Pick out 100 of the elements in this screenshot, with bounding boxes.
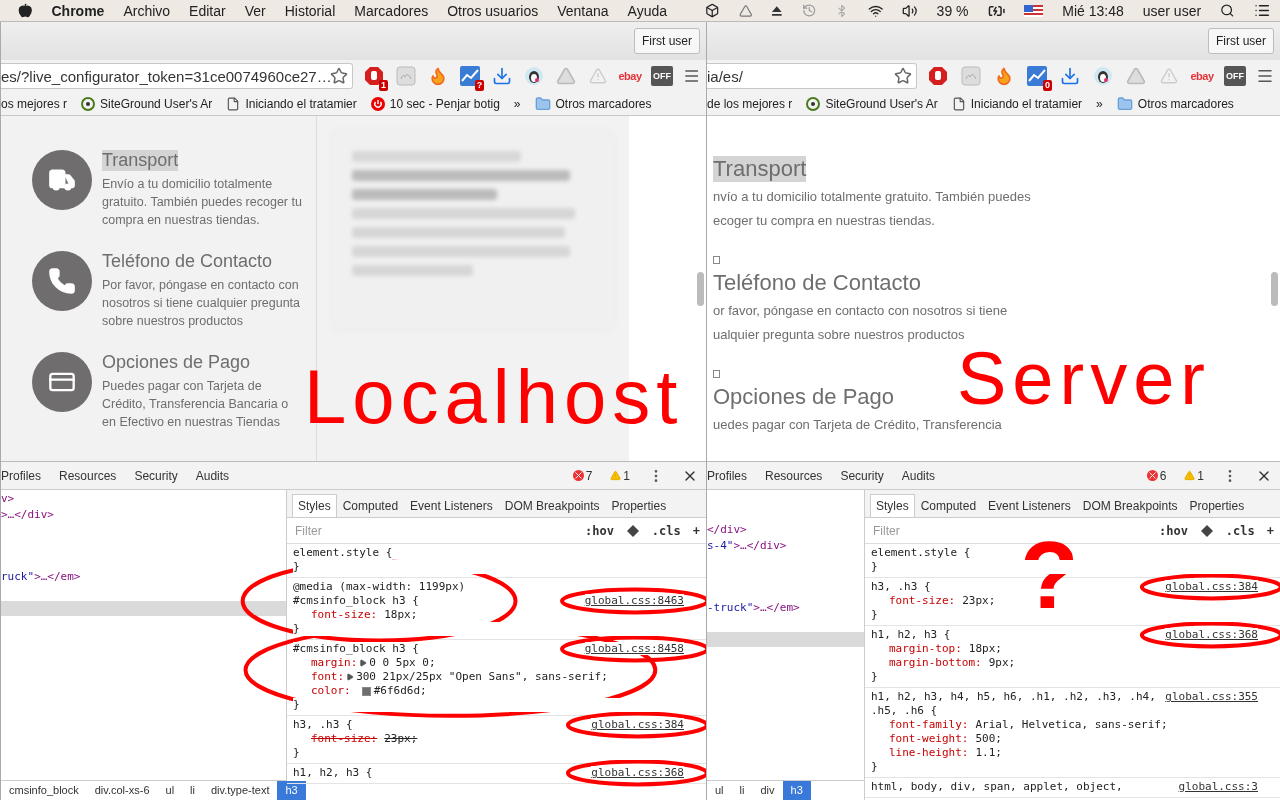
bookmark[interactable]: os mejores r <box>1 96 68 111</box>
styles-tab[interactable]: Event Listeners <box>982 494 1077 517</box>
devtools-tab[interactable]: Security <box>840 468 884 483</box>
source-link[interactable]: global.css:8458 <box>584 642 684 655</box>
styles-tab[interactable]: Computed <box>914 494 983 517</box>
menu-item[interactable]: Ventana <box>557 2 609 19</box>
devtools-tab[interactable]: Profiles <box>707 468 747 483</box>
profile-button[interactable]: First user <box>634 28 700 54</box>
user-name[interactable]: user user <box>1142 2 1202 19</box>
error-count[interactable]: 6 <box>1146 468 1167 483</box>
devtools-tab[interactable]: Resources <box>765 468 823 483</box>
expand-triangle-icon[interactable] <box>346 673 355 681</box>
devtools-tab[interactable]: Resources <box>59 468 117 483</box>
hover-state-toggle[interactable]: :hov <box>584 523 614 538</box>
source-link[interactable]: global.css:3 <box>1178 780 1258 793</box>
color-swatch[interactable] <box>361 686 371 696</box>
expand-triangle-icon[interactable] <box>359 659 368 667</box>
styles-tab[interactable]: Properties <box>1183 494 1251 517</box>
menu-item[interactable]: Archivo <box>123 2 171 19</box>
css-property[interactable]: line-height: <box>889 746 969 760</box>
css-property[interactable]: margin: <box>311 656 358 670</box>
scrollbar-thumb[interactable] <box>1270 271 1278 306</box>
styles-tab[interactable]: Styles <box>292 494 337 517</box>
css-property[interactable]: font-weight: <box>889 732 969 746</box>
triangle-icon[interactable] <box>738 3 753 18</box>
source-link[interactable]: global.css:8463 <box>584 594 684 607</box>
breadcrumb[interactable]: ul <box>707 781 732 800</box>
apple-icon[interactable] <box>18 3 33 18</box>
menu-icon[interactable] <box>1256 67 1274 85</box>
address-bar[interactable]: es/?live_configurator_token=31ce0074960ce27… <box>1 63 353 89</box>
hover-state-toggle[interactable]: :hov <box>1158 523 1188 538</box>
menu-item[interactable]: Otros usuarios <box>447 2 539 19</box>
styles-tab[interactable]: Styles <box>870 494 915 517</box>
new-rule-button[interactable]: + <box>1266 523 1274 538</box>
breadcrumb[interactable]: li <box>731 781 753 800</box>
bookmark[interactable]: Iniciando el tratamier <box>226 96 357 111</box>
search-icon[interactable] <box>1220 3 1235 18</box>
error-count[interactable]: 7 <box>572 468 593 483</box>
diamond-icon[interactable] <box>1199 523 1214 538</box>
new-rule-button[interactable]: + <box>692 523 700 538</box>
styles-tab[interactable]: DOM Breakpoints <box>1076 494 1184 517</box>
breadcrumb[interactable]: cmsinfo_block <box>1 781 87 800</box>
styles-tab[interactable]: Properties <box>605 494 673 517</box>
menu-item[interactable]: Ayuda <box>627 2 668 19</box>
menu-item[interactable]: Editar <box>189 2 226 19</box>
star-icon[interactable] <box>330 67 348 85</box>
bookmark[interactable]: SiteGround User's Ar <box>806 96 938 111</box>
profile-button[interactable]: First user <box>1208 28 1274 54</box>
css-value[interactable]: 500; <box>975 732 1002 746</box>
bookmark[interactable]: de los mejores r <box>707 96 793 111</box>
styles-tab[interactable]: Event Listeners <box>404 494 499 517</box>
eject-icon[interactable] <box>771 4 783 17</box>
css-value[interactable]: 23px; <box>962 594 996 608</box>
bookmark[interactable]: SiteGround User's Ar <box>81 96 213 111</box>
source-link[interactable]: global.css:355 <box>1165 690 1258 703</box>
css-value[interactable]: 18px; <box>968 642 1002 656</box>
css-property[interactable]: margin-bottom: <box>889 656 982 670</box>
css-value[interactable]: 0 0 5px 0; <box>369 656 436 670</box>
filter-field[interactable]: Filter <box>871 522 1147 539</box>
bookmark[interactable]: Iniciando el tratamier <box>951 96 1083 111</box>
breadcrumb[interactable]: div <box>752 781 783 800</box>
breadcrumb[interactable]: div.type-text <box>202 781 278 800</box>
scrollbar-thumb[interactable] <box>696 271 704 306</box>
css-property[interactable]: margin-top: <box>889 642 962 656</box>
filter-field[interactable]: Filter <box>293 522 573 539</box>
menu-item[interactable]: Historial <box>284 2 336 19</box>
source-link[interactable]: global.css:368 <box>591 766 684 779</box>
menu-item[interactable]: Marcadores <box>354 2 429 19</box>
source-link[interactable]: global.css:384 <box>591 718 684 731</box>
devtools-tab[interactable]: Profiles <box>1 468 41 483</box>
source-link[interactable]: global.css:384 <box>1165 580 1258 593</box>
css-value[interactable]: #6f6d6d; <box>373 684 427 698</box>
bookmark-folder[interactable]: Otros marcadores <box>1116 95 1234 112</box>
warning-count[interactable]: 1 <box>610 468 630 483</box>
css-value[interactable]: 23px; <box>384 732 418 746</box>
diamond-icon[interactable] <box>625 523 640 538</box>
box-icon[interactable] <box>705 3 720 18</box>
devtools-tab[interactable]: Audits <box>195 468 230 483</box>
css-value[interactable]: 18px; <box>384 608 418 622</box>
more-bookmarks-button[interactable]: » <box>513 96 521 111</box>
styles-tab[interactable]: DOM Breakpoints <box>498 494 606 517</box>
css-property[interactable]: font-family: <box>889 718 969 732</box>
bookmark-folder[interactable]: Otros marcadores <box>534 95 652 112</box>
breadcrumb[interactable]: div.col-xs-6 <box>86 781 158 800</box>
css-value[interactable]: Arial, Helvetica, sans-serif; <box>975 718 1168 732</box>
devtools-tab[interactable]: Audits <box>901 468 936 483</box>
class-toggle[interactable]: .cls <box>651 523 681 538</box>
menu-icon[interactable] <box>682 67 700 85</box>
css-value[interactable]: 1.1; <box>975 746 1002 760</box>
menu-item[interactable]: Ver <box>244 2 266 19</box>
devtools-tab[interactable]: Security <box>134 468 178 483</box>
css-value[interactable]: 9px; <box>988 656 1016 670</box>
css-value[interactable]: 300 21px/25px "Open Sans", sans-serif; <box>356 670 608 684</box>
volume-icon[interactable] <box>902 2 918 19</box>
star-icon[interactable] <box>894 67 912 85</box>
breadcrumb[interactable]: li <box>182 781 203 800</box>
breadcrumb[interactable]: ul <box>157 781 183 800</box>
breadcrumb[interactable]: h3 <box>782 781 811 800</box>
breadcrumb[interactable]: h3 <box>277 781 306 800</box>
address-bar[interactable]: ia/es/ <box>707 63 917 89</box>
